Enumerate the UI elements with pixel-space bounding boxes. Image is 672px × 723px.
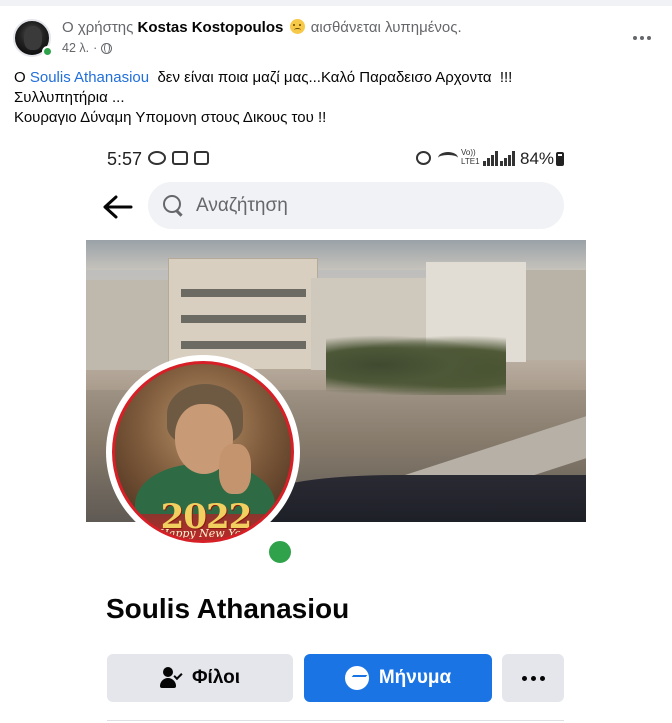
message-button-label: Μήνυμα bbox=[378, 667, 452, 688]
alarm-icon bbox=[416, 151, 431, 165]
profile-picture[interactable]: 2022 Happy New Year bbox=[112, 361, 294, 543]
messenger-icon bbox=[344, 666, 369, 690]
text-suffix: δεν είναι ποια μαζί μας...Καλό Παραδεισο… bbox=[157, 69, 513, 86]
volte-label: Vo)) LTE1 bbox=[461, 148, 480, 166]
back-arrow-icon[interactable] bbox=[100, 192, 134, 222]
sad-face-icon bbox=[289, 19, 305, 34]
post-line-1: Ο Soulis Athanasiou δεν είναι ποια μαζί … bbox=[14, 68, 654, 88]
status-bar: 5:57 Vo)) LTE1 84% bbox=[86, 137, 586, 177]
globe-icon[interactable] bbox=[101, 42, 113, 54]
text-prefix: Ο bbox=[14, 69, 26, 86]
post-body: Ο Soulis Athanasiou δεν είναι ποια μαζί … bbox=[14, 68, 654, 128]
online-status-dot bbox=[42, 46, 53, 57]
meta-separator: · bbox=[93, 41, 98, 55]
dot-icon bbox=[647, 36, 651, 40]
search-input[interactable]: Αναζήτηση bbox=[148, 182, 564, 229]
author-name-link[interactable]: Kostas Kostopoulos bbox=[138, 19, 284, 36]
message-button[interactable]: Μήνυμα bbox=[304, 654, 492, 702]
battery-percent: 84% bbox=[520, 149, 555, 168]
dot-icon bbox=[633, 36, 637, 40]
post-line-3: Κουραγιο Δύναμη Υπομονη στους Δικους του… bbox=[14, 109, 327, 126]
dot-icon bbox=[640, 36, 644, 40]
shared-screenshot[interactable]: 5:57 Vo)) LTE1 84% Αναζήτηση 2022 Happy … bbox=[86, 137, 586, 723]
battery-icon bbox=[556, 152, 564, 166]
post-header: Ο χρήστης Kostas Kostopoulos αισθάνεται … bbox=[0, 0, 672, 62]
profile-name: Soulis Athanasiou bbox=[106, 593, 350, 624]
post-timestamp[interactable]: 42 λ. bbox=[62, 41, 89, 55]
post-line-2: Συλλυπητήρια ... bbox=[14, 89, 125, 106]
friends-check-icon bbox=[159, 667, 183, 689]
status-time: 5:57 bbox=[107, 149, 143, 169]
viber-icon bbox=[148, 151, 166, 165]
section-divider bbox=[107, 720, 564, 721]
signal-icon bbox=[483, 150, 499, 166]
dot-icon bbox=[539, 675, 545, 681]
new-year-badge-text: Happy New Year bbox=[159, 527, 253, 540]
gallery-icon bbox=[172, 151, 188, 165]
friends-button-label: Φίλοι bbox=[191, 667, 241, 688]
dot-icon bbox=[530, 675, 536, 681]
wifi-icon bbox=[438, 152, 458, 164]
search-placeholder: Αναζήτηση bbox=[196, 194, 288, 216]
post-meta: 42 λ. · bbox=[62, 41, 113, 55]
profile-online-indicator bbox=[266, 538, 294, 566]
profile-more-button[interactable] bbox=[502, 654, 564, 702]
mention-link[interactable]: Soulis Athanasiou bbox=[30, 69, 149, 86]
search-icon bbox=[162, 194, 186, 218]
friends-button[interactable]: Φίλοι bbox=[107, 654, 293, 702]
author-line: Ο χρήστης Kostas Kostopoulos αισθάνεται … bbox=[62, 19, 462, 36]
author-prefix: Ο χρήστης bbox=[62, 19, 134, 36]
signal-icon-2 bbox=[500, 150, 516, 166]
calendar-icon bbox=[194, 151, 209, 165]
dot-icon bbox=[521, 675, 527, 681]
feeling-text: αισθάνεται λυπημένος. bbox=[310, 19, 462, 36]
post-options-button[interactable] bbox=[628, 24, 656, 52]
